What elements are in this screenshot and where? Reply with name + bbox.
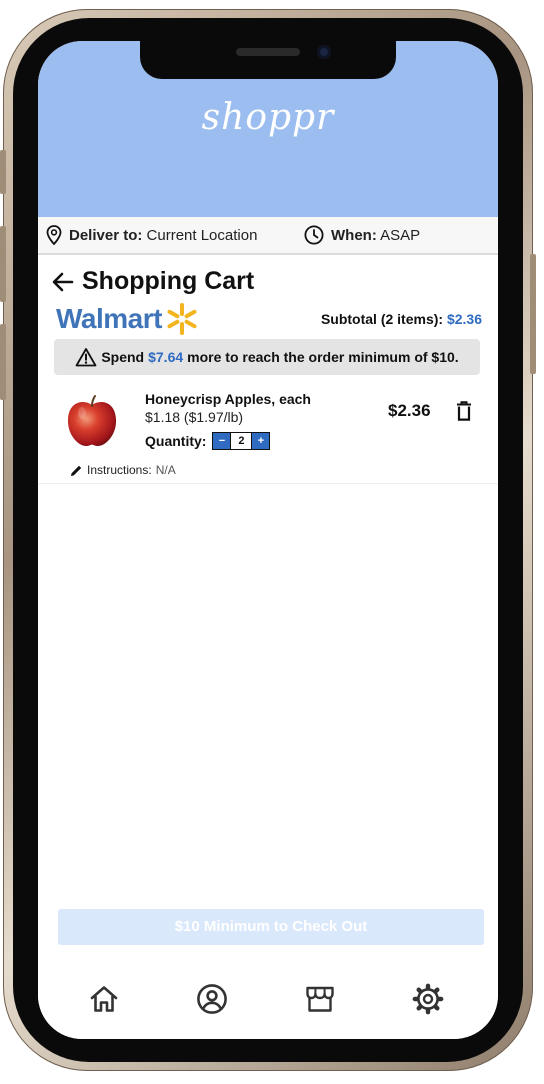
deliver-to-value: Current Location <box>146 226 258 244</box>
profile-icon[interactable] <box>196 983 228 1015</box>
warning-icon <box>75 348 97 367</box>
item-total-price: $2.36 <box>388 401 431 420</box>
when-label: When: <box>331 226 377 244</box>
location-pin-icon <box>46 225 62 245</box>
when-selector[interactable]: When: ASAP <box>304 225 420 245</box>
apple-product-image <box>67 395 117 447</box>
deliver-to-label: Deliver to: <box>69 226 143 244</box>
speaker <box>236 48 300 56</box>
instructions-label: Instructions: <box>87 463 152 477</box>
back-arrow-icon[interactable] <box>52 272 74 292</box>
home-icon[interactable] <box>88 983 120 1015</box>
deliver-to-selector[interactable]: Deliver to: Current Location <box>46 225 257 245</box>
page-title: Shopping Cart <box>82 267 255 295</box>
clock-icon <box>304 225 324 245</box>
when-value: ASAP <box>380 226 421 244</box>
bottom-nav <box>38 959 498 1039</box>
store-name: Walmart <box>56 303 162 334</box>
quantity-row: Quantity: − 2 + <box>145 432 271 450</box>
volume-up-button <box>0 226 6 302</box>
delivery-bar: Deliver to: Current Location When: ASAP <box>38 217 498 255</box>
pencil-icon <box>71 465 82 476</box>
walmart-spark-icon <box>167 303 197 335</box>
increase-quantity-button[interactable]: + <box>252 433 270 449</box>
store-icon[interactable] <box>304 983 336 1015</box>
gear-icon[interactable] <box>412 983 444 1015</box>
decrease-quantity-button[interactable]: − <box>213 433 231 449</box>
item-name: Honeycrisp Apples, each <box>145 391 311 407</box>
order-minimum-banner: Spend $7.64 more to reach the order mini… <box>54 339 480 375</box>
page-title-row: Shopping Cart <box>52 267 254 296</box>
banner-suffix: more to reach the order minimum of $10. <box>187 349 459 365</box>
item-unit-price: $1.18 ($1.97/lb) <box>145 409 244 425</box>
checkout-button[interactable]: $10 Minimum to Check Out <box>58 909 484 945</box>
instructions-value: N/A <box>155 463 176 477</box>
camera <box>317 45 331 59</box>
quantity-label: Quantity: <box>145 433 207 449</box>
app-logo: shoppr <box>201 97 335 138</box>
subtotal-label: Subtotal (2 items): <box>320 311 444 327</box>
walmart-logo: Walmart <box>56 301 200 337</box>
power-button <box>530 254 536 374</box>
subtotal: Subtotal (2 items): $2.36 <box>321 311 482 327</box>
banner-amount: $7.64 <box>148 349 184 365</box>
notch <box>140 41 396 79</box>
instructions-row[interactable]: Instructions: N/A <box>70 463 176 477</box>
quantity-stepper: − 2 + <box>212 432 271 450</box>
app-screen: shoppr Deliver to: Current Location When… <box>38 41 498 1039</box>
volume-down-button <box>0 324 6 400</box>
subtotal-value: $2.36 <box>446 311 482 327</box>
trash-icon[interactable] <box>456 401 472 421</box>
quantity-value[interactable]: 2 <box>230 433 253 449</box>
cart-item: Honeycrisp Apples, each $1.18 ($1.97/lb)… <box>38 385 498 484</box>
mute-switch <box>0 150 6 194</box>
store-row: Walmart Subtotal (2 items): $2.36 <box>56 301 482 337</box>
banner-prefix: Spend <box>101 349 145 365</box>
